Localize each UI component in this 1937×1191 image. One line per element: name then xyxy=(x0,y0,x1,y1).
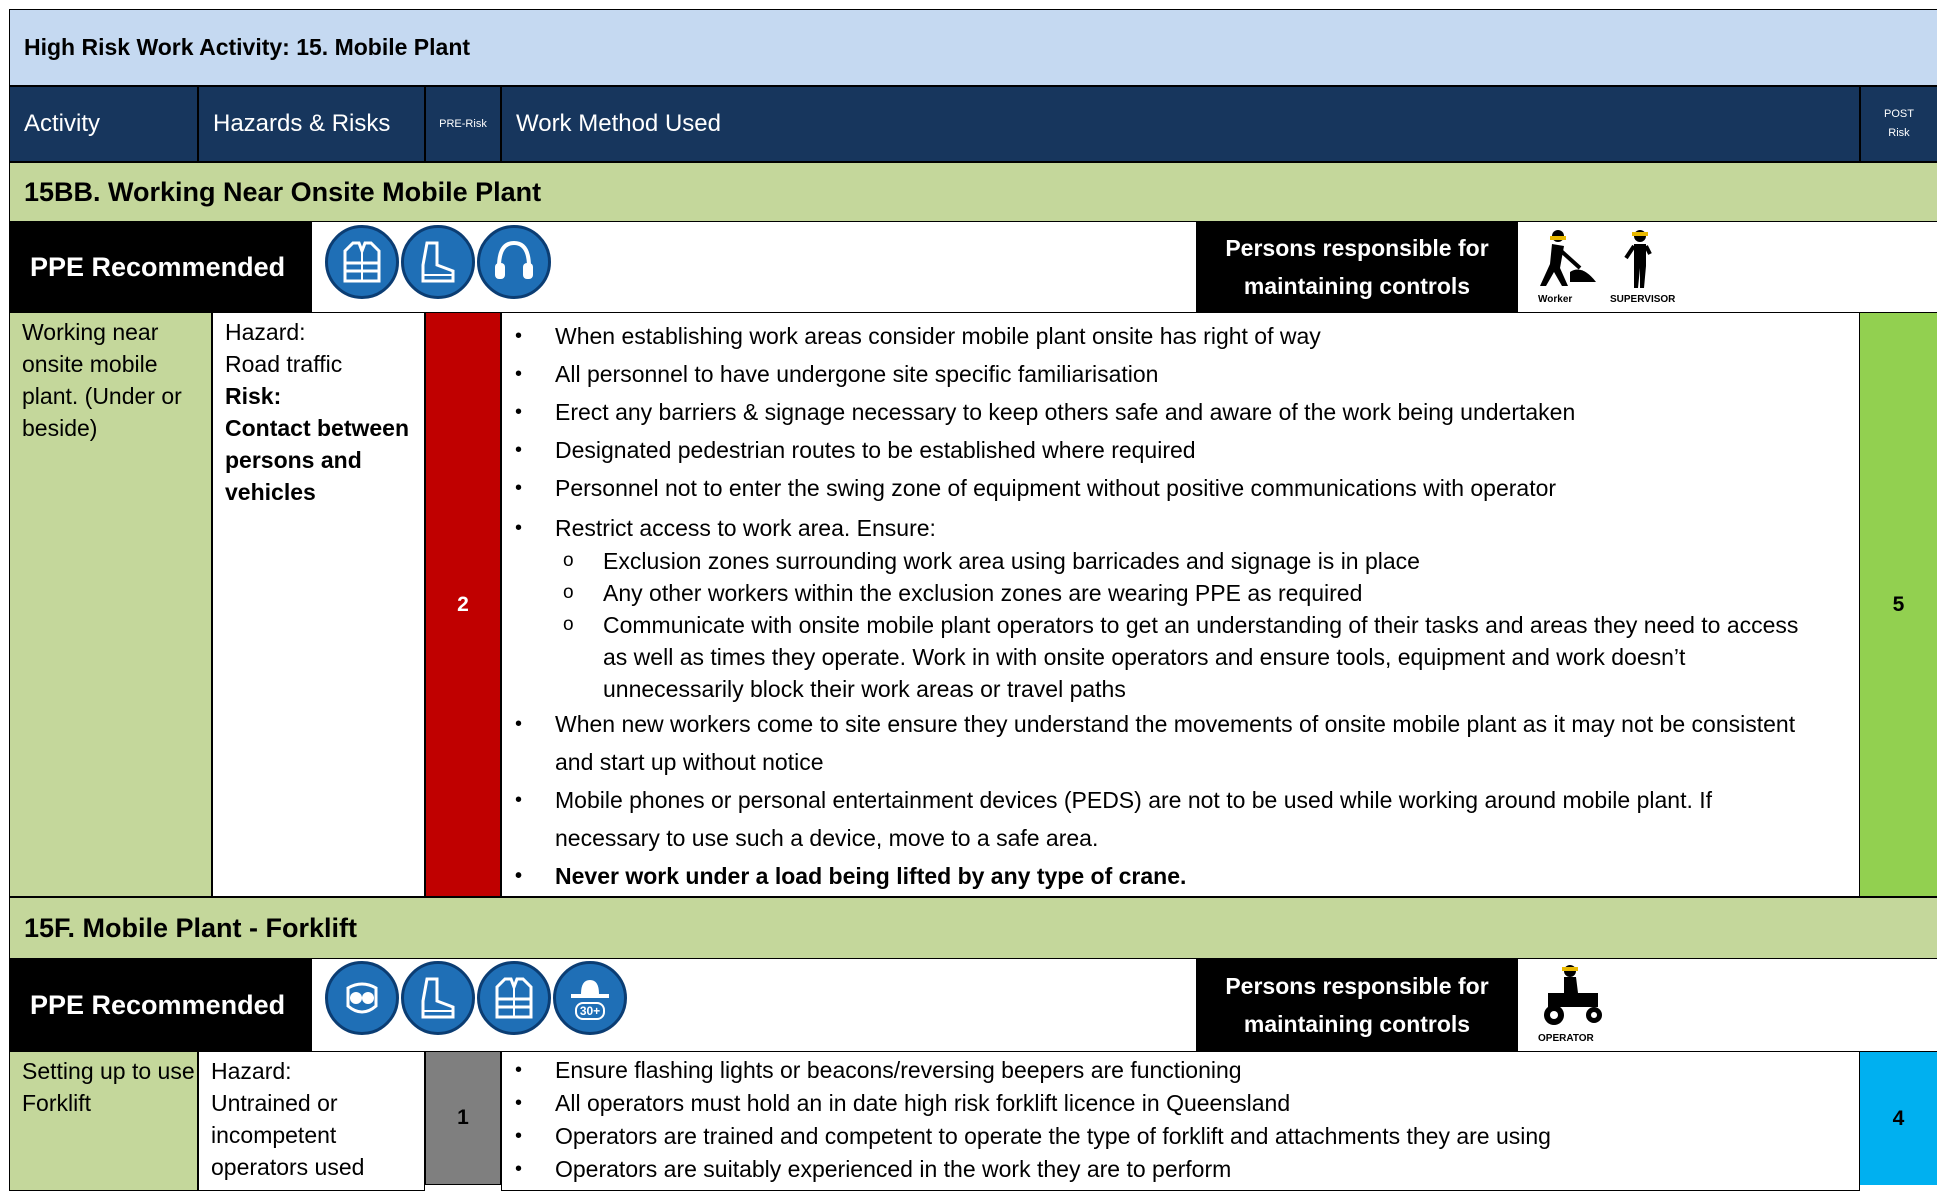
list-item: Personnel not to enter the swing zone of… xyxy=(502,469,1859,507)
sun-protection-hat-icon: 30+ xyxy=(553,961,627,1035)
activity-cell: Setting up to use Forklift xyxy=(9,1051,198,1191)
section-heading: 15F. Mobile Plant - Forklift xyxy=(9,897,1937,959)
safety-boots-icon xyxy=(401,961,475,1035)
work-method-cell: Ensure flashing lights or beacons/revers… xyxy=(501,1051,1860,1191)
header-work-method: Work Method Used xyxy=(501,86,1860,162)
supervisor-icon xyxy=(1620,228,1660,292)
hazard-cell: Hazard: Untrained or incompetent operato… xyxy=(198,1051,425,1191)
pre-risk-rating: 2 xyxy=(425,312,501,897)
operator-label: OPERATOR xyxy=(1538,1033,1594,1044)
list-item: Restrict access to work area. Ensure: xyxy=(502,507,1859,545)
worker-icon xyxy=(1530,228,1600,292)
list-item: Operators are trained and competent to o… xyxy=(502,1120,1859,1153)
list-item: When establishing work areas consider mo… xyxy=(502,317,1859,355)
hearing-protection-icon xyxy=(477,225,551,299)
responsible-label: Persons responsible for maintaining cont… xyxy=(1196,959,1518,1051)
activity-cell: Working near onsite mobile plant. (Under… xyxy=(9,312,212,897)
header-post-risk: POST Risk xyxy=(1860,86,1937,162)
operator-icon xyxy=(1534,963,1610,1029)
header-hazards: Hazards & Risks xyxy=(198,86,425,162)
page-title: High Risk Work Activity: 15. Mobile Plan… xyxy=(9,9,1937,86)
list-item: Ensure flashing lights or beacons/revers… xyxy=(502,1054,1859,1087)
ppe-label: PPE Recommended xyxy=(9,222,312,312)
supervisor-label: SUPERVISOR xyxy=(1610,294,1676,305)
sub-list-item: Communicate with onsite mobile plant ope… xyxy=(502,609,1859,705)
worker-label: Worker xyxy=(1538,294,1573,305)
list-item: All operators must hold an in date high … xyxy=(502,1087,1859,1120)
hi-vis-vest-icon xyxy=(477,961,551,1035)
responsible-icons: Worker SUPERVISOR xyxy=(1518,222,1682,312)
post-risk-rating: 5 xyxy=(1860,312,1937,897)
list-item: Mobile phones or personal entertainment … xyxy=(502,781,1859,857)
post-risk-rating: 4 xyxy=(1860,1051,1937,1185)
hi-vis-vest-icon xyxy=(325,225,399,299)
hazard-cell: Hazard: Road traffic Risk: Contact betwe… xyxy=(212,312,425,897)
list-item: Erect any barriers & signage necessary t… xyxy=(502,393,1859,431)
sub-list-item: Any other workers within the exclusion z… xyxy=(502,577,1859,609)
sub-list-item: Exclusion zones surrounding work area us… xyxy=(502,545,1859,577)
section-heading: 15BB. Working Near Onsite Mobile Plant xyxy=(9,162,1937,222)
work-method-cell: When establishing work areas consider mo… xyxy=(501,312,1860,897)
header-pre-risk: PRE-Risk xyxy=(425,86,501,162)
pre-risk-rating: 1 xyxy=(425,1051,501,1185)
ppe-label: PPE Recommended xyxy=(9,959,312,1051)
header-activity: Activity xyxy=(9,86,198,162)
list-item: All personnel to have undergone site spe… xyxy=(502,355,1859,393)
list-item: Operators are suitably experienced in th… xyxy=(502,1153,1859,1186)
responsible-label: Persons responsible for maintaining cont… xyxy=(1196,222,1518,312)
list-item: Designated pedestrian routes to be estab… xyxy=(502,431,1859,469)
list-item: Never work under a load being lifted by … xyxy=(502,857,1859,895)
safety-glasses-icon xyxy=(325,961,399,1035)
list-item: When new workers come to site ensure the… xyxy=(502,705,1859,781)
responsible-icons: OPERATOR xyxy=(1518,959,1628,1051)
safety-boots-icon xyxy=(401,225,475,299)
